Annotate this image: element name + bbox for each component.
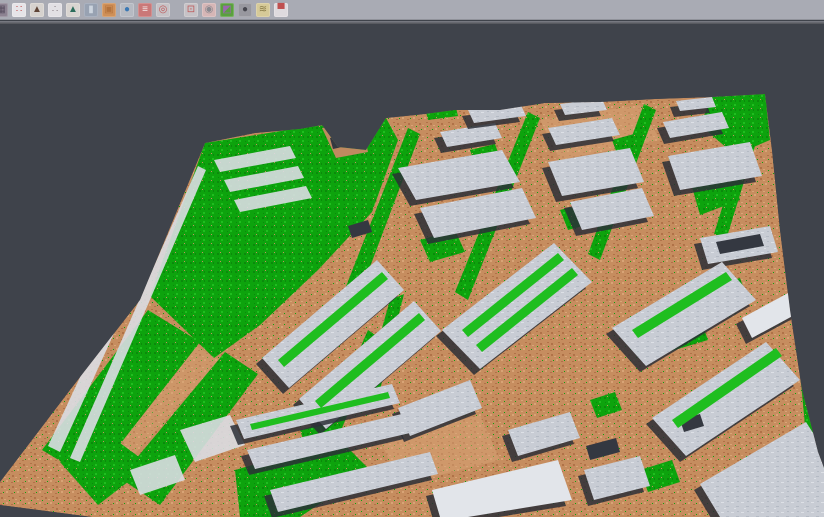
crop-icon-glyph: ⊡ [187,3,195,17]
circle-tool-icon[interactable]: ◎ [156,3,170,17]
crop-icon[interactable]: ⊡ [184,3,198,17]
render-icon-glyph: ◉ [205,3,214,17]
application-window: ▦ ∷ ▲ ∴ ▲ ▮ ▣ ● ≡ ◎ ⊡ ◉ ◩ ● ≋ ▀ [0,0,824,517]
point-cloud-3d-viewport[interactable] [0,0,824,517]
main-toolbar: ▦ ∷ ▲ ∴ ▲ ▮ ▣ ● ≡ ◎ ⊡ ◉ ◩ ● ≋ ▀ [0,0,824,20]
classification-colors-icon-glyph: ◩ [222,3,231,17]
volume-box-icon[interactable]: ▣ [102,3,116,17]
camera-icon[interactable]: ● [238,3,252,17]
volume-box-icon-glyph: ▣ [104,3,113,17]
list-icon[interactable]: ≡ [138,3,152,17]
label-icon[interactable]: ≋ [256,3,270,17]
toolbar-divider [0,21,824,24]
point-pairs-icon-glyph: ∷ [16,3,22,17]
classification-colors-icon[interactable]: ◩ [220,3,234,17]
point-picking-icon-glyph: ∴ [52,3,58,17]
flag-icon-glyph: ▀ [277,3,284,17]
terrain-icon[interactable]: ▲ [30,3,44,17]
globe-icon-glyph: ● [124,3,130,17]
label-icon-glyph: ≋ [259,3,267,17]
globe-icon[interactable]: ● [120,3,134,17]
point-picking-icon[interactable]: ∴ [48,3,62,17]
list-icon-glyph: ≡ [142,3,148,17]
circle-tool-icon-glyph: ◎ [159,3,168,17]
hill-icon-glyph: ▲ [68,3,78,17]
hill-icon[interactable]: ▲ [66,3,80,17]
render-icon[interactable]: ◉ [202,3,216,17]
point-pairs-icon[interactable]: ∷ [12,3,26,17]
terrain-icon-glyph: ▲ [32,3,42,17]
mesh-icon[interactable]: ▦ [0,3,8,17]
camera-icon-glyph: ● [242,3,248,17]
flag-icon[interactable]: ▀ [274,3,288,17]
panel-icon[interactable]: ▮ [84,3,98,17]
mesh-icon-glyph: ▦ [0,3,6,17]
panel-icon-glyph: ▮ [88,3,94,17]
